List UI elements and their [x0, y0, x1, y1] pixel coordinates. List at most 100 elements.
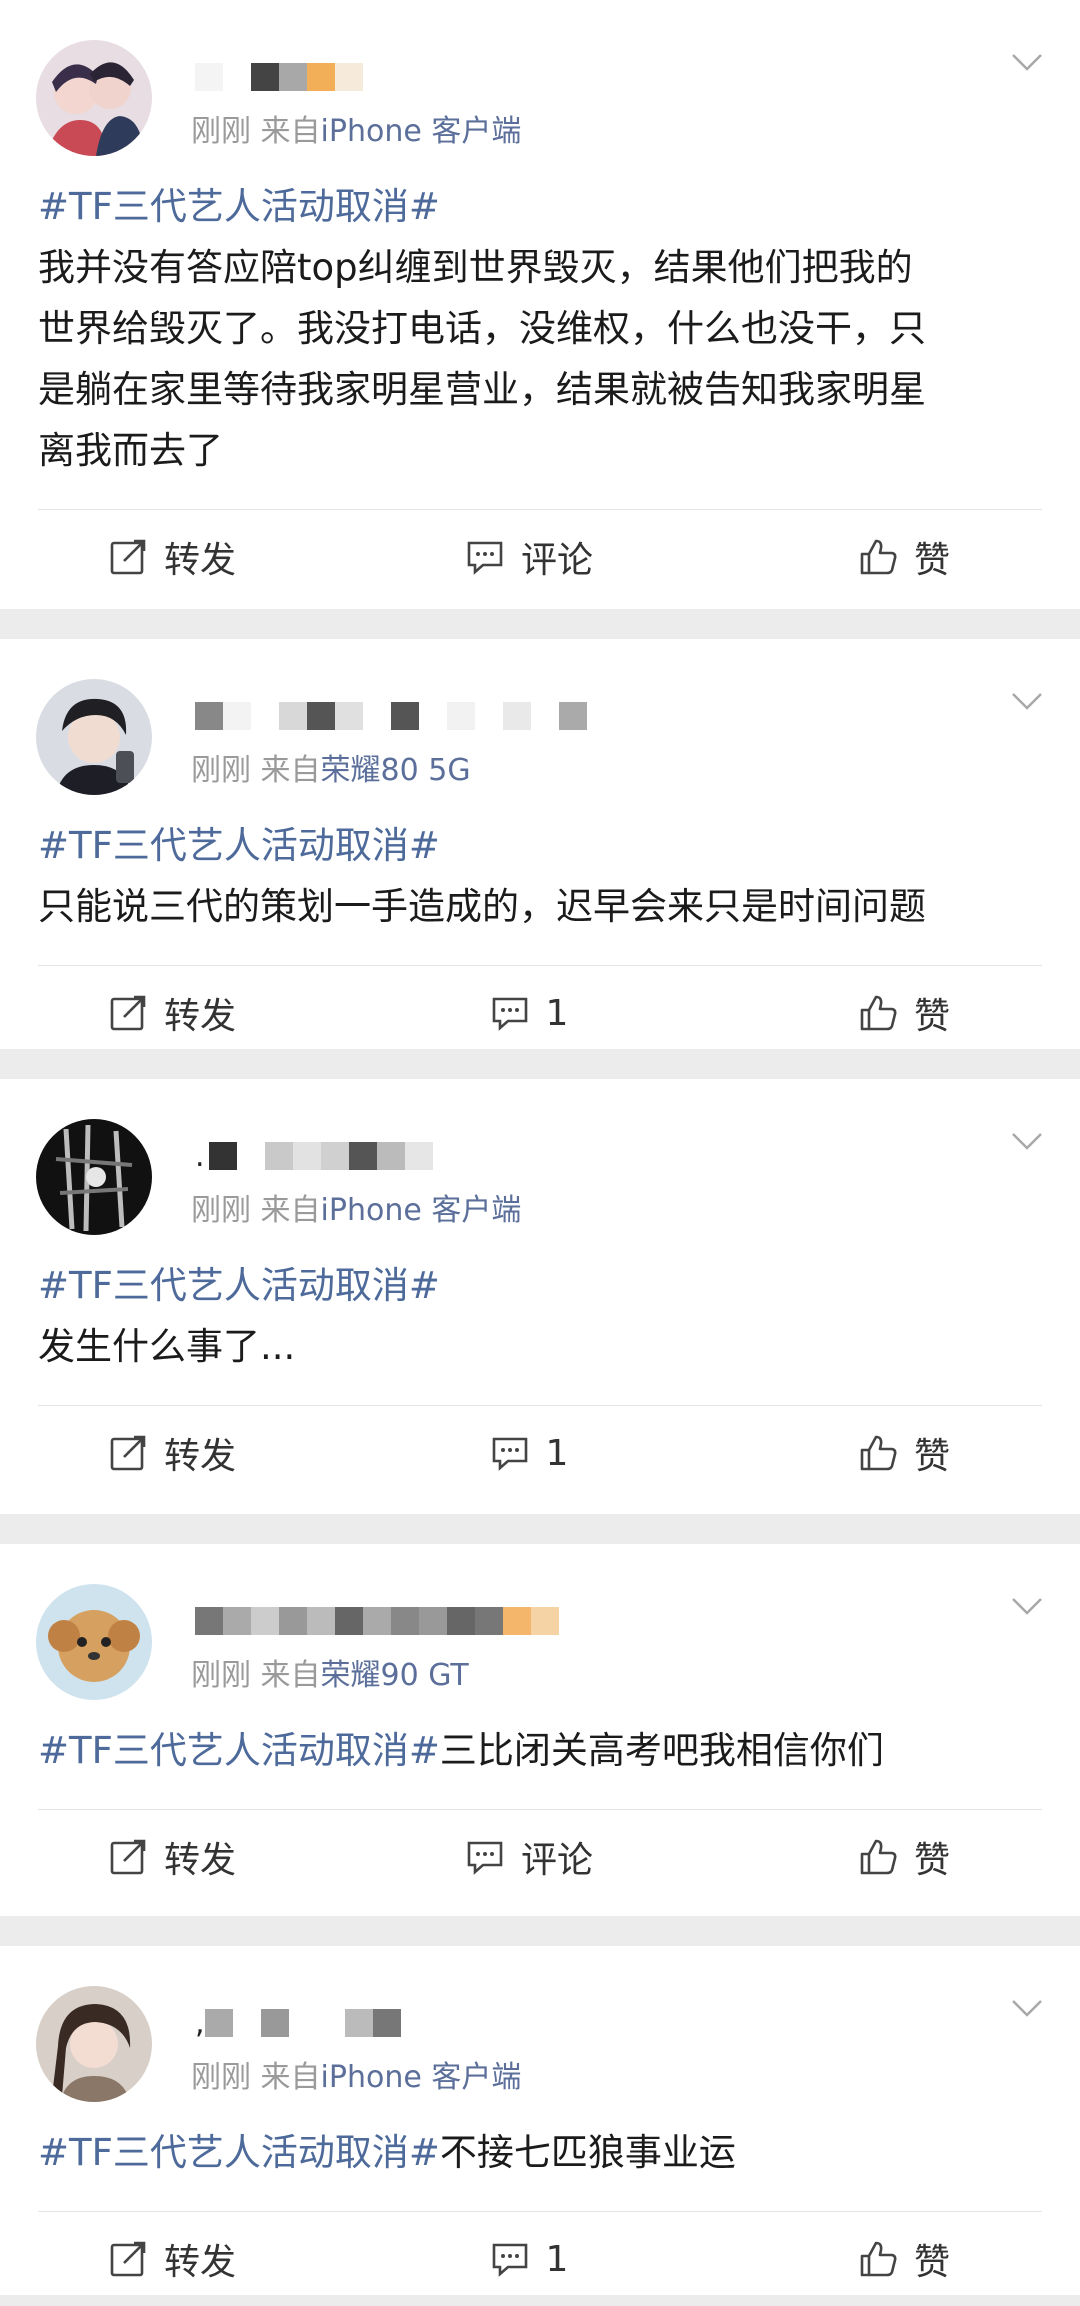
repost-button[interactable]: 转发: [0, 531, 393, 583]
post-content: #TF三代艺人活动取消#三比闭关高考吧我相信你们: [0, 1704, 1080, 1781]
repost-label: 转发: [164, 2242, 237, 2283]
hashtag[interactable]: #TF三代艺人活动取消#: [38, 2131, 440, 2174]
thumbs-up-icon: [860, 2241, 897, 2277]
repost-icon: [110, 539, 146, 575]
action-bar: 转发 1 赞: [0, 2212, 1080, 2306]
like-button[interactable]: 赞: [665, 987, 1080, 1039]
avatar[interactable]: [36, 1584, 152, 1700]
repost-label: 转发: [164, 1436, 237, 1477]
device-name[interactable]: iPhone 客户端: [321, 2060, 522, 2095]
username-blurred: .: [195, 1134, 433, 1178]
action-bar: 转发 1 赞: [0, 966, 1080, 1060]
like-label: 赞: [913, 1840, 950, 1881]
chevron-down-icon[interactable]: [1010, 1996, 1044, 2020]
device-name[interactable]: 荣耀90 GT: [321, 1658, 469, 1693]
thumbs-up-icon: [860, 1839, 897, 1875]
like-button[interactable]: 赞: [665, 2233, 1080, 2285]
hashtag[interactable]: #TF三代艺人活动取消#: [38, 1729, 440, 1772]
post-content: #TF三代艺人活动取消# 发生什么事了...: [0, 1239, 1080, 1377]
post-text-line: 只能说三代的策划一手造成的，迟早会来只是时间问题: [38, 885, 926, 928]
repost-icon: [110, 2241, 146, 2277]
device-name[interactable]: iPhone 客户端: [321, 114, 522, 149]
comment-item: . 刚刚 来自iPhone 客户端 #TF三代艺人活动取消# 发生什么事了...…: [0, 1079, 1080, 1514]
username-blurred: [195, 55, 363, 99]
avatar[interactable]: [36, 1119, 152, 1235]
comment-icon: [467, 541, 503, 575]
comment-icon: [467, 1841, 503, 1875]
comment-item: 刚刚 来自荣耀80 5G #TF三代艺人活动取消# 只能说三代的策划一手造成的，…: [0, 639, 1080, 1049]
comment-button[interactable]: 评论: [393, 531, 665, 583]
post-text-line: 我并没有答应陪top纠缠到世界毁灭，结果他们把我的: [38, 246, 913, 289]
comment-count: 1: [545, 1432, 569, 1474]
avatar[interactable]: [36, 1986, 152, 2102]
repost-label: 转发: [164, 540, 237, 581]
repost-label: 转发: [164, 1840, 237, 1881]
like-label: 赞: [913, 1436, 950, 1477]
like-button[interactable]: 赞: [665, 1831, 1080, 1883]
repost-label: 转发: [164, 996, 237, 1037]
comment-button[interactable]: 1: [393, 993, 665, 1034]
hashtag[interactable]: #TF三代艺人活动取消#: [38, 176, 1042, 237]
hashtag[interactable]: #TF三代艺人活动取消#: [38, 815, 1042, 876]
action-bar: 转发 评论 赞: [0, 510, 1080, 604]
comment-icon: [492, 997, 527, 1031]
post-content: #TF三代艺人活动取消# 我并没有答应陪top纠缠到世界毁灭，结果他们把我的 世…: [0, 160, 1080, 481]
device-name[interactable]: 荣耀80 5G: [321, 753, 471, 788]
comment-icon: [492, 2243, 527, 2277]
chevron-down-icon[interactable]: [1010, 50, 1044, 74]
device-name[interactable]: iPhone 客户端: [321, 1193, 522, 1228]
like-label: 赞: [913, 996, 950, 1037]
comment-label: 评论: [520, 540, 593, 581]
chevron-down-icon[interactable]: [1010, 1594, 1044, 1618]
comment-icon: [492, 1437, 527, 1471]
username-blurred: ,: [195, 2001, 401, 2045]
source-prefix: 来自: [260, 114, 321, 149]
post-text-line: 不接七匹狼事业运: [439, 2131, 736, 2174]
post-meta: 刚刚 来自荣耀90 GT: [191, 1650, 469, 1694]
post-time: 刚刚: [191, 1658, 251, 1693]
like-label: 赞: [913, 2242, 950, 2283]
source-prefix: 来自: [260, 1658, 321, 1693]
comment-button[interactable]: 1: [393, 2239, 665, 2280]
source-prefix: 来自: [260, 1193, 321, 1228]
like-button[interactable]: 赞: [665, 1427, 1080, 1479]
repost-button[interactable]: 转发: [0, 987, 393, 1039]
comment-item: 刚刚 来自荣耀90 GT #TF三代艺人活动取消#三比闭关高考吧我相信你们 转发…: [0, 1544, 1080, 1916]
source-prefix: 来自: [260, 2060, 321, 2095]
post-text-line: 离我而去了: [38, 429, 223, 472]
post-meta: 刚刚 来自荣耀80 5G: [191, 745, 471, 789]
post-text-line: 是躺在家里等待我家明星营业，结果就被告知我家明星: [38, 368, 926, 411]
action-bar: 转发 1 赞: [0, 1406, 1080, 1500]
comment-label: 评论: [520, 1840, 593, 1881]
repost-icon: [110, 995, 146, 1031]
repost-icon: [110, 1435, 146, 1471]
chevron-down-icon[interactable]: [1010, 1129, 1044, 1153]
like-label: 赞: [913, 540, 950, 581]
comment-item: , 刚刚 来自iPhone 客户端 #TF三代艺人活动取消#不接七匹狼事业运 转…: [0, 1946, 1080, 2295]
post-time: 刚刚: [191, 1193, 251, 1228]
hashtag[interactable]: #TF三代艺人活动取消#: [38, 1255, 1042, 1316]
post-time: 刚刚: [191, 114, 251, 149]
thumbs-up-icon: [860, 1435, 897, 1471]
repost-button[interactable]: 转发: [0, 1427, 393, 1479]
post-meta: 刚刚 来自iPhone 客户端: [191, 2052, 521, 2096]
comment-count: 1: [545, 992, 569, 1034]
repost-button[interactable]: 转发: [0, 2233, 393, 2285]
thumbs-up-icon: [860, 539, 897, 575]
post-time: 刚刚: [191, 753, 251, 788]
action-bar: 转发 评论 赞: [0, 1810, 1080, 1904]
post-text-line: 三比闭关高考吧我相信你们: [439, 1729, 884, 1772]
post-content: #TF三代艺人活动取消#不接七匹狼事业运: [0, 2106, 1080, 2183]
comment-button[interactable]: 1: [393, 1433, 665, 1474]
repost-button[interactable]: 转发: [0, 1831, 393, 1883]
chevron-down-icon[interactable]: [1010, 689, 1044, 713]
username-blurred: [195, 694, 587, 738]
avatar[interactable]: [36, 679, 152, 795]
like-button[interactable]: 赞: [665, 531, 1080, 583]
comment-button[interactable]: 评论: [393, 1831, 665, 1883]
post-text-line: 世界给毁灭了。我没打电话，没维权，什么也没干，只: [38, 307, 926, 350]
post-text-line: 发生什么事了...: [38, 1325, 296, 1368]
repost-icon: [110, 1839, 146, 1875]
avatar[interactable]: [36, 40, 152, 156]
username-blurred: [195, 1599, 559, 1643]
